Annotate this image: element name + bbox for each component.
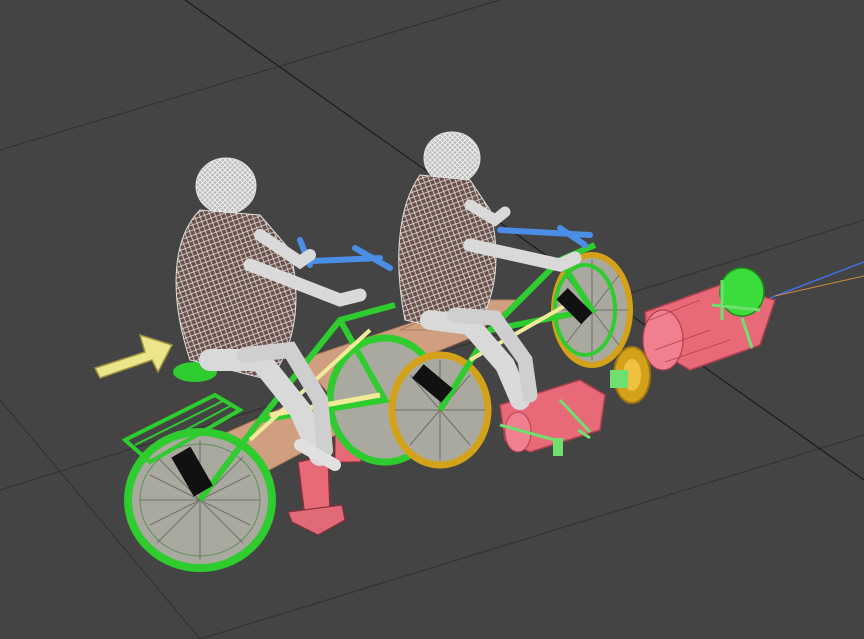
grid-line [0, 0, 501, 151]
scene-canvas[interactable] [0, 0, 864, 639]
direction-arrow-gizmo[interactable] [93, 333, 174, 379]
rear-rider-head [195, 157, 257, 215]
3d-viewport[interactable] [0, 0, 864, 639]
cable-line[interactable] [769, 261, 864, 299]
